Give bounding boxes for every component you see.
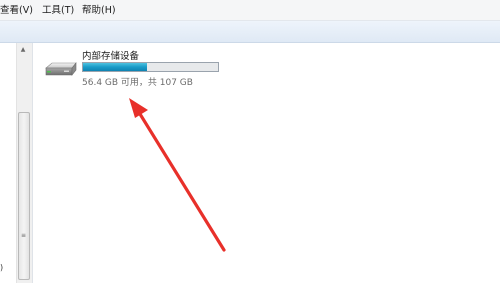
scroll-up-arrow-icon[interactable]: ▲ (18, 46, 28, 54)
capacity-used-fill (83, 63, 147, 71)
hard-drive-icon (45, 62, 77, 76)
drive-name: 内部存储设备 (82, 51, 140, 62)
menu-tools[interactable]: 工具(T) (42, 4, 74, 17)
menu-view[interactable]: 查看(V) (0, 4, 33, 17)
nav-clipped-text: ) (0, 263, 4, 272)
scrollbar-thumb[interactable] (18, 112, 30, 280)
menu-bar: 查看(V) 工具(T) 帮助(H) (0, 0, 500, 21)
capacity-bar (82, 62, 219, 72)
scrollbar-grip-icon: ≡ (20, 232, 27, 239)
toolbar (0, 21, 500, 43)
drive-free-space: 56.4 GB 可用，共 107 GB (82, 78, 193, 88)
menu-help[interactable]: 帮助(H) (82, 4, 116, 17)
drive-item-internal-storage[interactable]: 内部存储设备 56.4 GB 可用，共 107 GB (42, 48, 232, 92)
